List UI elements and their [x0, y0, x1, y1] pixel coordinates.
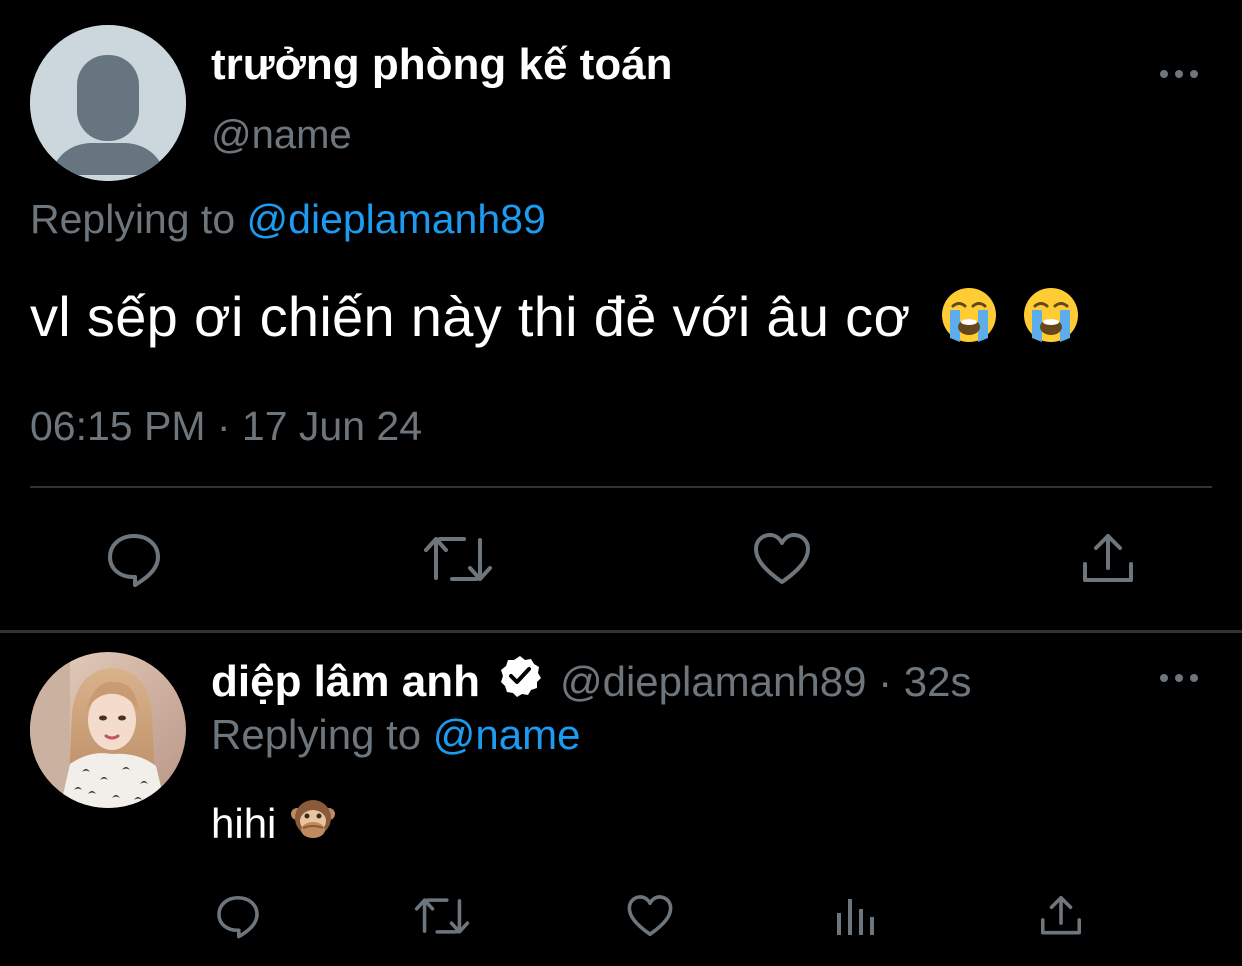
tweet-text: vl sếp ơi chiến này thi đẻ với âu cơ: [30, 284, 1080, 357]
reply-tweet-body: hihi: [211, 800, 277, 847]
share-icon[interactable]: [1038, 893, 1084, 939]
more-options-icon[interactable]: [1158, 666, 1200, 690]
reply-author-handle-time[interactable]: @dieplamanh89 · 32s: [560, 658, 972, 706]
replying-to-label: Replying to: [30, 196, 236, 242]
more-options-icon[interactable]: [1158, 62, 1200, 86]
reply-author-row: diệp lâm anh @dieplamanh89 · 32s: [211, 654, 972, 709]
author-display-name[interactable]: trưởng phòng kế toán: [211, 40, 673, 90]
loudly-crying-face-emoji: [940, 286, 998, 357]
default-user-icon: [30, 25, 186, 181]
tweet-body: vl sếp ơi chiến này thi đẻ với âu cơ: [30, 285, 911, 348]
reply-author-display-name[interactable]: diệp lâm anh: [211, 657, 480, 707]
replying-to-label: Replying to: [211, 711, 422, 758]
share-icon[interactable]: [1080, 530, 1136, 588]
avatar-default-profile[interactable]: [30, 25, 186, 181]
reply-icon[interactable]: [105, 530, 163, 588]
like-icon[interactable]: [752, 530, 812, 588]
retweet-icon[interactable]: [424, 530, 492, 588]
views-icon[interactable]: [834, 893, 878, 939]
reply-tweet-text: hihi: [211, 796, 336, 852]
verified-badge-icon[interactable]: [498, 654, 542, 709]
replying-to-handle-link[interactable]: @name: [433, 711, 581, 758]
like-icon[interactable]: [626, 893, 674, 939]
replying-to-handle-link[interactable]: @dieplamanh89: [247, 196, 546, 242]
tweet-timestamp[interactable]: 06:15 PM · 17 Jun 24: [30, 403, 422, 450]
avatar-profile-photo[interactable]: [30, 652, 186, 808]
divider: [0, 630, 1242, 633]
retweet-icon[interactable]: [414, 893, 470, 939]
reply-icon[interactable]: [214, 893, 262, 939]
replying-to-line: Replying to @name: [211, 711, 581, 759]
speak-no-evil-monkey-emoji: [290, 796, 336, 852]
profile-photo-image: [30, 652, 186, 808]
divider: [30, 486, 1212, 488]
loudly-crying-face-emoji: [1022, 286, 1080, 357]
author-handle[interactable]: @name: [211, 113, 352, 158]
replying-to-line: Replying to @dieplamanh89: [30, 196, 546, 243]
